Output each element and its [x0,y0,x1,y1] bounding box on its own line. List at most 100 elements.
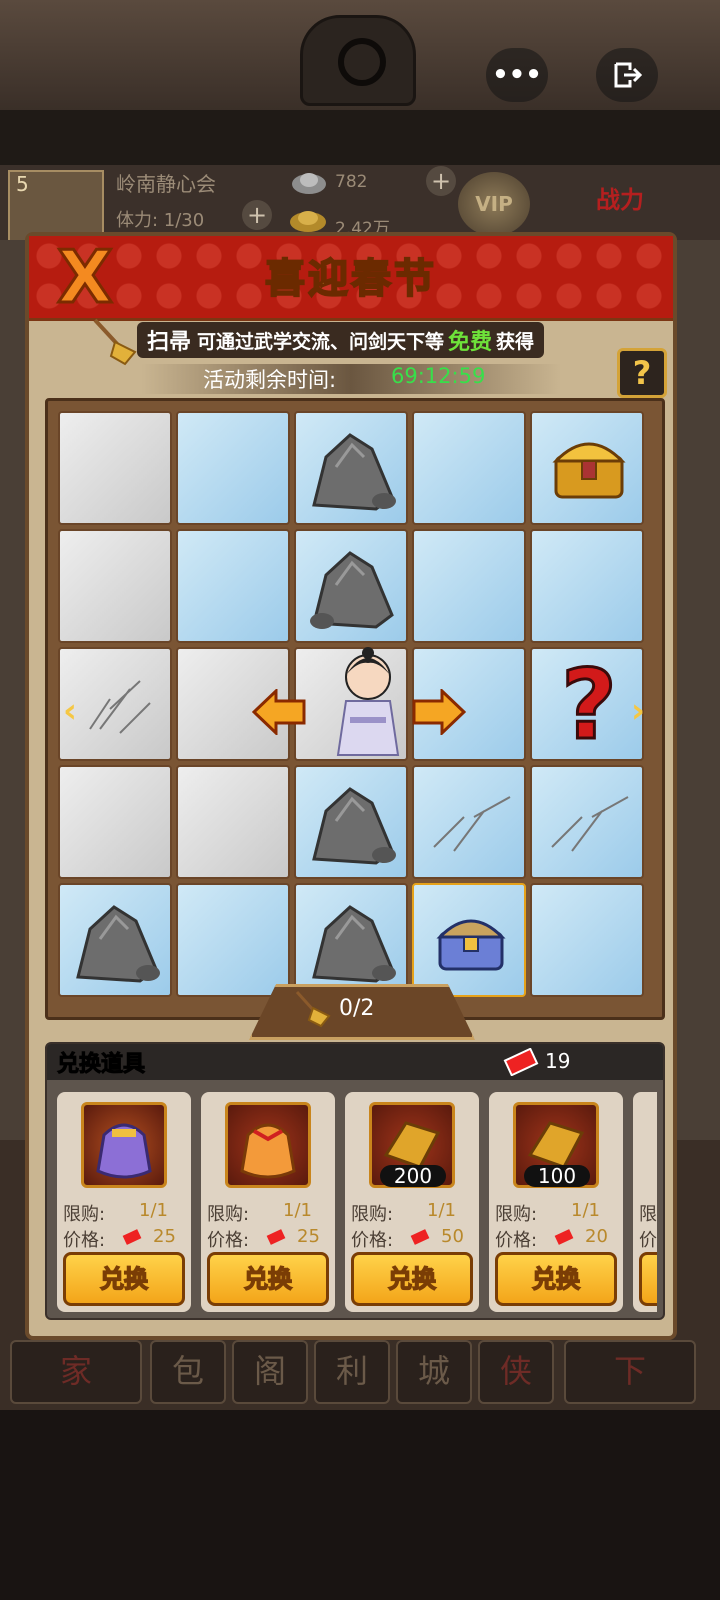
price-label: 价格: [495,1230,538,1251]
move-right-arrow[interactable] [412,689,466,735]
board-tile[interactable] [412,765,526,879]
close-button[interactable]: X [45,239,125,316]
spring-festival-dialog: 喜迎春节 X 扫帚 可通过武学交流、问剑天下等 免费 获得 活动剩余时间: 69… [25,232,677,1340]
nav-more[interactable]: 下 [564,1340,696,1404]
limit-label: 限购: [351,1204,394,1225]
price-value: 25 [153,1226,176,1247]
limit-label: 限购: [207,1204,250,1225]
player-level: 5 [16,172,29,196]
board-left-arrow[interactable]: ‹ [60,693,80,729]
reeds-icon [433,796,511,852]
reeds-icon [89,680,151,734]
board-tile[interactable] [530,765,644,879]
hero-character [336,647,400,756]
roof-ornament [300,15,416,106]
board-tile[interactable] [58,883,172,997]
broom-icon [93,318,137,366]
board-tile[interactable] [294,529,408,643]
ticket-icon [503,1048,539,1076]
board-tile[interactable] [58,411,172,525]
vip-badge[interactable]: VIP [458,172,530,236]
nav-home[interactable]: 家 [10,1340,142,1404]
purple-pouch-icon [96,1123,152,1179]
nav-label: 家 [59,1352,92,1390]
board-tile[interactable] [176,529,290,643]
nav-label: 阁 [253,1352,286,1390]
item-slot[interactable] [81,1102,167,1188]
exchange-card: 200 限购: 1/1 价格: 50 兑换 [345,1092,479,1312]
exit-icon [614,62,642,88]
nav-hero[interactable]: 侠 [478,1340,554,1404]
close-icon: X [56,235,114,319]
board-tile[interactable] [176,411,290,525]
item-slot[interactable]: 100 [513,1102,599,1188]
price-label: 价格: [63,1230,106,1251]
nav-benefit[interactable]: 利 [314,1340,390,1404]
board-tile[interactable] [530,883,644,997]
nav-pavilion[interactable]: 阁 [232,1340,308,1404]
board-tile[interactable] [530,411,644,525]
exchange-panel: 兑换道具 19 限购: 1/1 价格: 25 兑换 限购: 1/1 价格: 25… [45,1042,665,1320]
dialog-title: 喜迎春节 [264,255,437,303]
board-tile[interactable] [412,883,526,997]
ticket-icon [410,1229,430,1245]
tile-grid: ? ‹ › [58,411,652,1005]
combat-power-label: 战力 [596,186,644,214]
board-right-arrow[interactable]: › [628,693,648,729]
tip-item-name: 扫帚 [147,330,192,355]
board-tile[interactable] [294,765,408,879]
item-slot[interactable]: 200 [369,1102,455,1188]
rock-icon [312,905,396,983]
limit-label: 限 [639,1204,657,1225]
add-stamina-button[interactable]: + [242,200,272,230]
board-tile[interactable] [412,529,526,643]
ticket-count: 19 [545,1049,571,1073]
bottom-bar [0,1410,720,1600]
nav-label: 利 [335,1352,368,1390]
price-value: 20 [585,1226,608,1247]
add-silver-button[interactable]: + [426,166,456,196]
rock-icon [312,787,396,865]
board-tile[interactable] [176,883,290,997]
silver-amount: 782 [335,172,368,192]
board-tile[interactable] [176,765,290,879]
blue-chest-icon [436,919,506,971]
ticket-icon [554,1229,574,1245]
ticket-icon [122,1229,142,1245]
exchange-title: 兑换道具 [56,1052,146,1078]
exchange-button[interactable]: 兑换 [351,1252,473,1306]
exchange-button[interactable]: 兑换 [63,1252,185,1306]
rock-icon [76,905,160,983]
more-button[interactable]: ••• [486,48,548,102]
item-slot[interactable] [225,1102,311,1188]
board-tile[interactable] [530,529,644,643]
price-value: 25 [297,1226,320,1247]
exchange-button[interactable]: 兑换 [207,1252,329,1306]
move-left-arrow[interactable] [252,689,306,735]
exchange-button[interactable]: 兑换 [495,1252,617,1306]
exchange-card: 限购: 1/1 价格: 25 兑换 [57,1092,191,1312]
timer-value: 69:12:59 [391,364,486,388]
broom-tip: 扫帚 可通过武学交流、问剑天下等 免费 获得 [137,322,545,358]
board-tile[interactable] [294,883,408,997]
limit-label: 限购: [63,1204,106,1225]
limit-value: 1/1 [139,1200,168,1221]
board-tile[interactable]: ? [530,647,644,761]
nav-city[interactable]: 城 [396,1340,472,1404]
help-button[interactable]: ? [617,348,667,398]
tip-text-after: 获得 [496,330,535,353]
price-value: 50 [441,1226,464,1247]
board-tile[interactable] [294,411,408,525]
board-tile[interactable] [58,765,172,879]
price-label: 价格: [351,1230,394,1251]
board-tile[interactable] [412,411,526,525]
board-tile[interactable] [58,529,172,643]
exit-button[interactable] [596,48,658,102]
reeds-icon [551,796,629,852]
item-quantity: 200 [380,1165,446,1187]
nav-bag[interactable]: 包 [150,1340,226,1404]
ticket-icon [266,1229,286,1245]
silver-icon [292,173,326,194]
exchange-button[interactable] [639,1252,657,1306]
price-label: 价 [639,1230,657,1251]
